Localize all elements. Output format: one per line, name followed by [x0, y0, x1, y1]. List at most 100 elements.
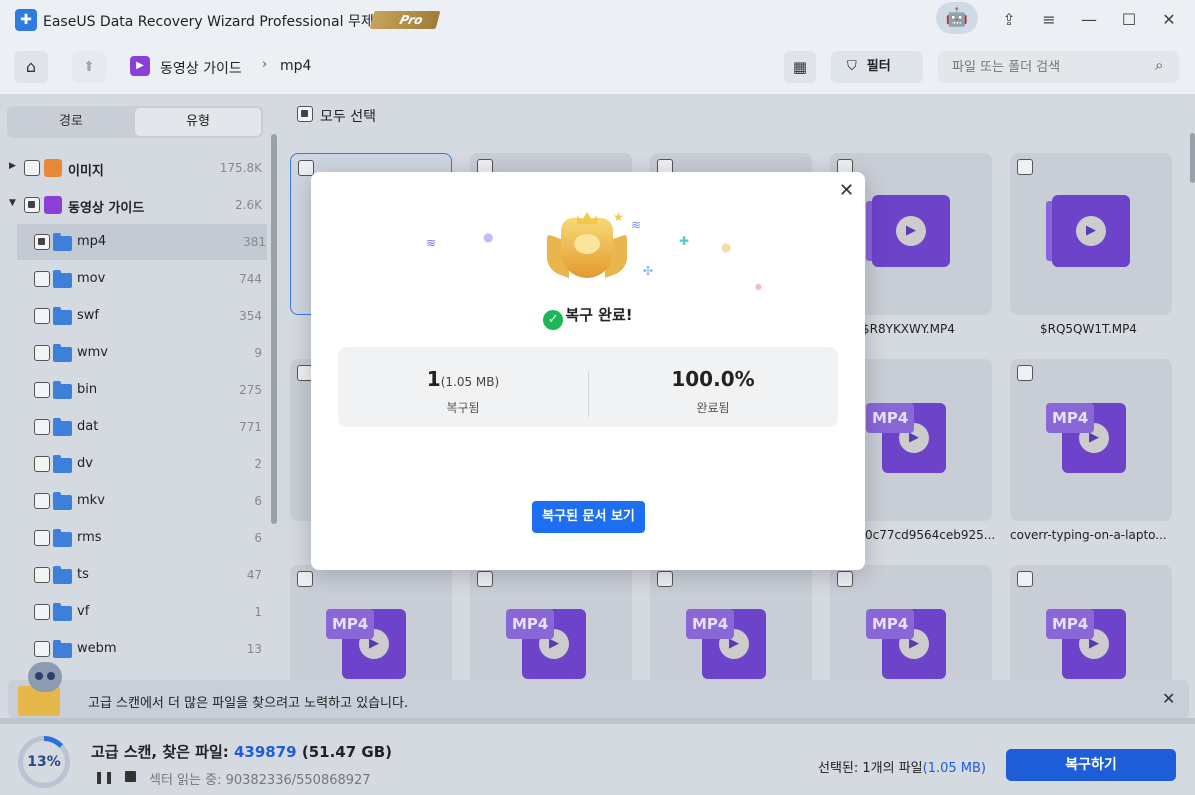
deep-scan-notice: 고급 스캔에서 더 많은 파일을 찾으려고 노력하고 있습니다. ✕: [8, 680, 1189, 718]
file-tile[interactable]: ▶: [1010, 153, 1172, 315]
checkbox[interactable]: [1017, 159, 1033, 175]
close-window-button[interactable]: ✕: [1155, 6, 1183, 34]
folder-icon: [53, 603, 72, 621]
folder-icon: [53, 381, 72, 399]
play-icon: ▶: [1076, 216, 1106, 246]
checkbox[interactable]: [34, 567, 50, 583]
checkbox[interactable]: [477, 571, 493, 587]
breadcrumb-folder[interactable]: mp4: [280, 58, 311, 74]
tree-category-videos[interactable]: ▼ 동영상 가이드 2.6K: [0, 187, 270, 223]
tree-count: 6: [254, 494, 262, 508]
breadcrumb-category[interactable]: 동영상 가이드: [160, 58, 242, 78]
scan-prefix: 고급 스캔, 찾은 파일:: [91, 743, 229, 761]
tab-path[interactable]: 경로: [9, 108, 133, 136]
expand-arrow-icon[interactable]: ▶: [9, 161, 16, 171]
tree-label: dat: [77, 419, 99, 434]
mp4-tag: MP4: [866, 403, 914, 433]
folder-icon: [53, 566, 72, 584]
sidebar-item-folder[interactable]: mp4 381: [17, 224, 267, 260]
tree-count: 1: [254, 605, 262, 619]
up-folder-button[interactable]: ⬆: [72, 51, 106, 83]
view-recovered-files-button[interactable]: 복구된 문서 보기: [532, 501, 645, 533]
checkbox[interactable]: [1017, 571, 1033, 587]
sidebar-item-folder[interactable]: bin 275: [0, 372, 270, 408]
progress-percent: 13%: [23, 741, 65, 783]
checkbox[interactable]: [34, 308, 50, 324]
toolbar: ⌂ ⬆ ▶ 동영상 가이드 › mp4 ▦ ⛉ 필터 ⌕: [0, 40, 1195, 94]
tree-count: 771: [239, 420, 262, 434]
sidebar-item-folder[interactable]: mov 744: [0, 261, 270, 297]
robot-avatar-icon[interactable]: 🤖: [936, 2, 978, 34]
tab-type[interactable]: 유형: [135, 108, 261, 136]
checkbox[interactable]: [34, 604, 50, 620]
folder-icon: [53, 640, 72, 658]
mp4-tag: MP4: [1046, 403, 1094, 433]
checkbox[interactable]: [34, 419, 50, 435]
checkbox[interactable]: [34, 641, 50, 657]
scan-status-bar: 13% 고급 스캔, 찾은 파일: 439879 (51.47 GB) ❚❚ 섹…: [0, 724, 1195, 795]
stat-recovered: 1(1.05 MB) 복구됨: [338, 347, 588, 427]
collapse-arrow-icon[interactable]: ▼: [9, 198, 16, 208]
stop-icon[interactable]: [125, 771, 136, 782]
grid-view-button[interactable]: ▦: [784, 51, 816, 83]
recovery-complete-dialog: ✕ ≋ ● ≋ ✚ ✣ ● ★ ● ✓ 복구 완료! 1(1.05 MB) 복구됨…: [311, 172, 865, 570]
notice-close-icon[interactable]: ✕: [1162, 689, 1175, 708]
checkbox[interactable]: [24, 160, 40, 176]
checkbox[interactable]: [34, 271, 50, 287]
filter-button[interactable]: ⛉ 필터: [831, 51, 923, 83]
sidebar-item-folder[interactable]: vf 1: [0, 594, 270, 630]
sidebar-item-folder[interactable]: swf 354: [0, 298, 270, 334]
checkbox[interactable]: [297, 571, 313, 587]
checkbox[interactable]: [34, 530, 50, 546]
dialog-close-icon[interactable]: ✕: [839, 180, 854, 201]
view-switcher: 경로 유형: [7, 106, 263, 138]
select-all-checkbox[interactable]: [297, 106, 313, 122]
checkbox[interactable]: [34, 493, 50, 509]
tree-label: bin: [77, 382, 98, 397]
checkbox[interactable]: [24, 197, 40, 213]
file-name: coverr-typing-on-a-lapto...: [1010, 528, 1167, 542]
sidebar-item-folder[interactable]: ts 47: [0, 557, 270, 593]
minimize-button[interactable]: —: [1075, 6, 1103, 34]
checkbox[interactable]: [34, 234, 50, 250]
home-button[interactable]: ⌂: [14, 51, 48, 83]
sidebar-scrollbar[interactable]: [271, 134, 277, 524]
select-all-label[interactable]: 모두 선택: [320, 106, 376, 126]
checkbox[interactable]: [34, 382, 50, 398]
menu-icon[interactable]: ≡: [1035, 6, 1063, 34]
sidebar-item-folder[interactable]: mkv 6: [0, 483, 270, 519]
upload-icon[interactable]: ⇪: [995, 6, 1023, 34]
filter-label: 필터: [866, 59, 891, 74]
sidebar-item-folder[interactable]: wmv 9: [0, 335, 270, 371]
sidebar-item-folder[interactable]: dv 2: [0, 446, 270, 482]
tree-count: 354: [239, 309, 262, 323]
sidebar-item-folder[interactable]: dat 771: [0, 409, 270, 445]
search-icon[interactable]: ⌕: [1155, 56, 1163, 74]
folder-icon: [53, 307, 72, 325]
recovered-count: 1: [426, 367, 441, 391]
checkbox[interactable]: [1017, 365, 1033, 381]
tree-count: 381: [243, 235, 266, 249]
scan-progress-ring: 13%: [18, 736, 70, 788]
checkbox[interactable]: [34, 456, 50, 472]
tree-count: 275: [239, 383, 262, 397]
recover-button[interactable]: 복구하기: [1006, 749, 1176, 781]
pro-badge: Pro: [369, 11, 441, 29]
video-file-icon: ▶: [1046, 195, 1130, 267]
checkbox[interactable]: [298, 160, 314, 176]
folder-icon: [53, 418, 72, 436]
pause-icon[interactable]: ❚❚: [94, 770, 114, 784]
file-tile[interactable]: ▶MP4: [1010, 359, 1172, 521]
grid-scrollbar[interactable]: [1190, 133, 1195, 183]
tree-label: swf: [77, 308, 99, 323]
app-title: EaseUS Data Recovery Wizard Professional…: [43, 14, 387, 30]
checkbox[interactable]: [657, 571, 673, 587]
tree-category-images[interactable]: ▶ 이미지 175.8K: [0, 150, 270, 186]
mp4-tag: MP4: [686, 609, 734, 639]
scan-summary: 고급 스캔, 찾은 파일: 439879 (51.47 GB): [91, 741, 392, 762]
maximize-button[interactable]: ☐: [1115, 6, 1143, 34]
checkbox[interactable]: [34, 345, 50, 361]
sidebar-item-folder[interactable]: rms 6: [0, 520, 270, 556]
checkbox[interactable]: [837, 571, 853, 587]
search-input[interactable]: [938, 51, 1179, 83]
